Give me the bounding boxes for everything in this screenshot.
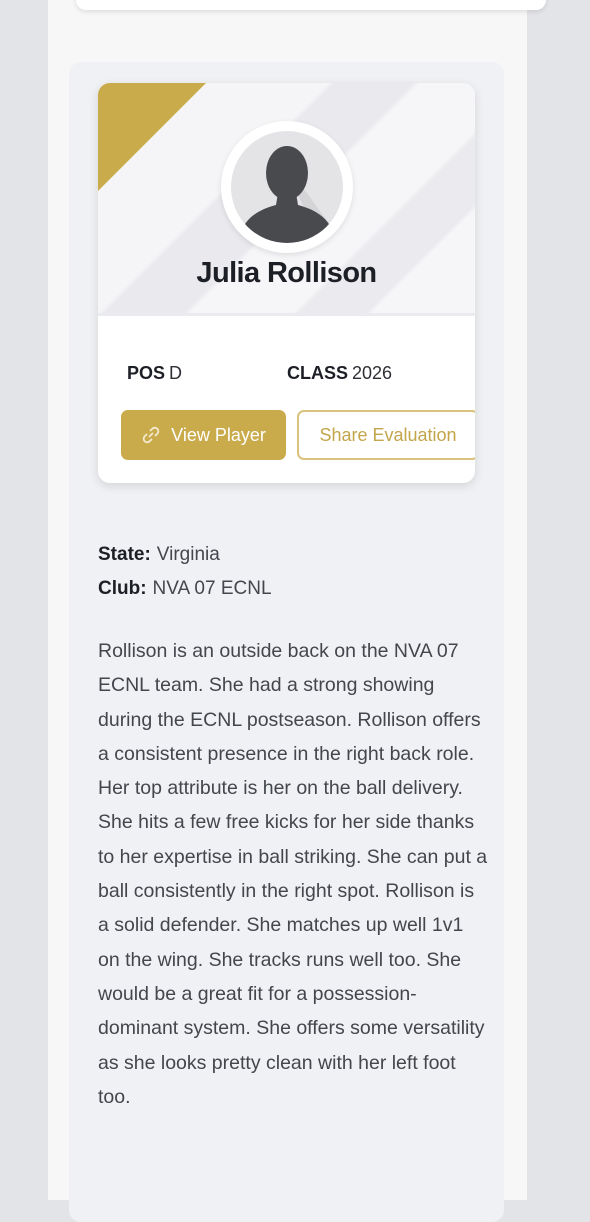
share-evaluation-label: Share Evaluation: [319, 424, 457, 445]
position-stat: POS D: [127, 363, 182, 384]
view-player-label: View Player: [171, 424, 266, 445]
person-silhouette-icon: [231, 131, 343, 243]
state-label: State:: [98, 544, 151, 565]
state-detail: State: Virginia: [98, 544, 220, 566]
player-card: Julia Rollison POS D CLASS 2026 View Playe…: [98, 83, 475, 483]
club-detail: Club: NVA 07 ECNL: [98, 578, 272, 600]
link-icon: [141, 425, 161, 445]
club-value: NVA 07 ECNL: [152, 578, 272, 599]
view-player-button[interactable]: View Player: [121, 410, 286, 460]
class-label: CLASS: [287, 363, 349, 383]
class-stat: CLASS 2026: [287, 363, 392, 384]
share-evaluation-button[interactable]: Share Evaluation: [297, 410, 475, 460]
state-value: Virginia: [156, 544, 220, 565]
player-card-header: Julia Rollison: [98, 83, 475, 316]
position-value: D: [169, 363, 183, 383]
club-label: Club:: [98, 578, 147, 599]
player-evaluation-article: Julia Rollison POS D CLASS 2026 View Playe…: [69, 62, 504, 1222]
corner-ribbon: [98, 83, 206, 191]
avatar: [221, 121, 353, 253]
evaluation-text: Rollison is an outside back on the NVA 0…: [98, 640, 488, 1108]
page-column: Julia Rollison POS D CLASS 2026 View Playe…: [48, 0, 546, 1222]
class-value: 2026: [352, 363, 393, 383]
position-label: POS: [127, 363, 166, 383]
player-name: Julia Rollison: [196, 257, 377, 289]
previous-card: [76, 0, 546, 10]
